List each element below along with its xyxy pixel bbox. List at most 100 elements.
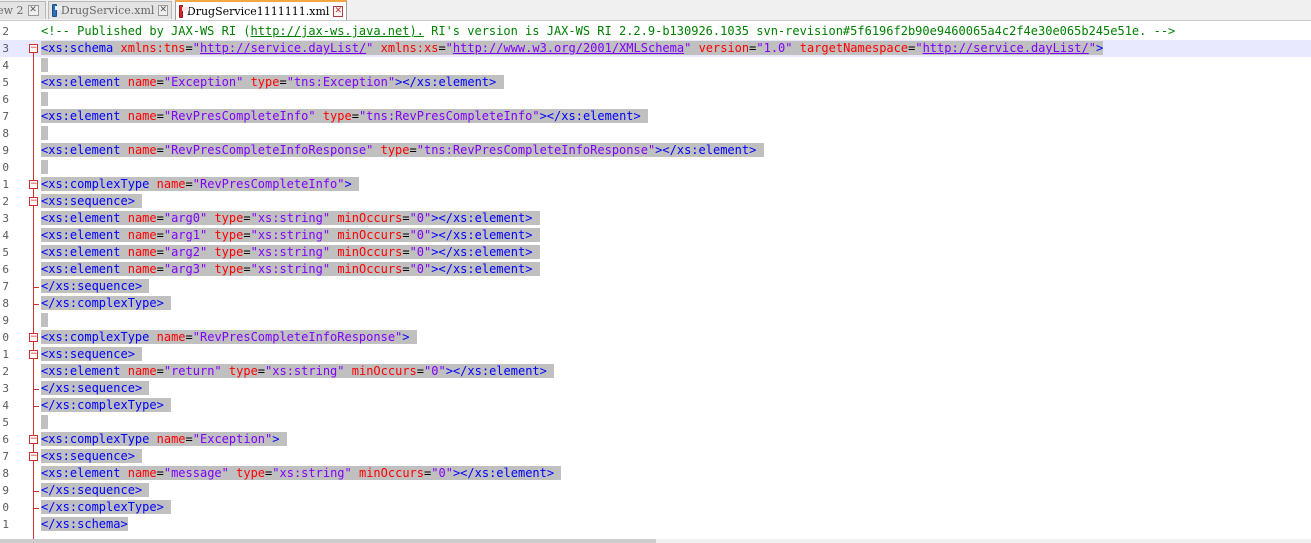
line-text: <xs:element name="arg3" type="xs:string"… — [41, 261, 540, 278]
code-line[interactable]: 7 </xs:sequence> — [0, 278, 1311, 295]
code-line[interactable]: 6 — [0, 91, 1311, 108]
code-line[interactable]: 7 <xs:element name="RevPresCompleteInfo" … — [0, 108, 1311, 125]
code-line[interactable]: 3 <xs:element name="arg0" type="xs:string… — [0, 210, 1311, 227]
token-eq: = — [279, 75, 287, 89]
line-text: <xs:element name="Exception" type="tns:E… — [41, 74, 504, 91]
token-comment: <!-- Published by JAX-WS RI ( — [41, 24, 251, 38]
code-line[interactable]: 0 — [0, 159, 1311, 176]
line-text: <xs:sequence> — [41, 193, 143, 210]
token-attr: name — [156, 330, 186, 344]
code-line[interactable]: 5 <xs:element name="Exception" type="tns:… — [0, 74, 1311, 91]
token-bracket: ></ — [395, 75, 417, 89]
fold-end-marker — [33, 508, 39, 509]
token-eq: = — [156, 75, 164, 89]
code-line[interactable]: 0 </xs:complexType> — [0, 499, 1311, 516]
line-text: <xs:sequence> — [41, 346, 143, 363]
horizontal-scrollbar-thumb[interactable] — [0, 539, 656, 543]
code-line[interactable]: 2 <!-- Published by JAX-WS RI (http://jax… — [0, 23, 1311, 40]
line-text: </xs:sequence> — [41, 482, 150, 499]
token-val: "0" — [424, 364, 446, 378]
line-text — [41, 312, 49, 329]
code-line[interactable]: 1 </xs:schema> — [0, 516, 1311, 533]
token-tag: xs:sequence — [55, 483, 135, 497]
code-editor[interactable]: 2 <!-- Published by JAX-WS RI (http://jax… — [0, 21, 1311, 539]
token-attr: name — [127, 228, 157, 242]
tab-label: DrugService.xml — [60, 4, 155, 17]
line-text: </xs:complexType> — [41, 499, 172, 516]
token-bracket: ></ — [431, 245, 453, 259]
saved-file-icon — [52, 4, 62, 17]
token-attr: name — [127, 211, 157, 225]
code-line[interactable]: 9 <xs:element name="RevPresCompleteInfoRe… — [0, 142, 1311, 159]
tab-2[interactable]: DrugService.xml ✕ — [48, 1, 172, 19]
fold-toggle-icon[interactable]: − — [29, 333, 38, 342]
close-tab-icon[interactable]: ✕ — [27, 5, 39, 16]
token-eq: = — [243, 245, 251, 259]
token-attr: name — [156, 177, 186, 191]
code-line[interactable]: 5 <xs:element name="arg2" type="xs:string… — [0, 244, 1311, 261]
token-attr: name — [127, 466, 157, 480]
token-eq: = — [156, 228, 164, 242]
code-line[interactable]: 9 </xs:sequence> — [0, 482, 1311, 499]
tab-1[interactable]: new 2✕ — [0, 1, 46, 19]
token-tag: xs:schema — [55, 517, 121, 531]
horizontal-scrollbar[interactable] — [0, 539, 1311, 543]
code-line[interactable]: 9 — [0, 312, 1311, 329]
token-tag: xs:element — [452, 228, 526, 242]
code-line[interactable]: 4 — [0, 57, 1311, 74]
token-attr: name — [127, 75, 157, 89]
code-line[interactable]: 8 </xs:complexType> — [0, 295, 1311, 312]
line-text — [41, 414, 49, 431]
code-line[interactable]: 5 — [0, 414, 1311, 431]
token-attr: minOccurs — [337, 228, 403, 242]
fold-toggle-icon[interactable]: − — [29, 350, 38, 359]
token-bracket: > — [127, 194, 135, 208]
token-attr: type — [236, 466, 266, 480]
code-line[interactable]: 7 <xs:sequence> — [0, 448, 1311, 465]
token-comment: RI's version is JAX-WS RI 2.2.9-b130926.… — [423, 24, 1176, 38]
code-line[interactable]: 4 </xs:complexType> — [0, 397, 1311, 414]
code-line[interactable]: 1 <xs:sequence> — [0, 346, 1311, 363]
fold-toggle-icon[interactable]: − — [29, 452, 38, 461]
code-line[interactable]: 2 <xs:sequence> — [0, 193, 1311, 210]
close-tab-icon[interactable]: ✕ — [158, 5, 168, 16]
token-bracket: > — [156, 398, 164, 412]
code-line[interactable]: 8 — [0, 125, 1311, 142]
code-line[interactable]: 1 <xs:complexType name="RevPresCompleteIn… — [0, 176, 1311, 193]
line-text: </xs:sequence> — [41, 380, 150, 397]
line-number: 2 — [2, 25, 9, 38]
token-val: "0" — [409, 262, 432, 276]
code-line[interactable]: 0 <xs:complexType name="RevPresCompleteIn… — [0, 329, 1311, 346]
line-number: 0 — [2, 331, 9, 344]
line-number: 8 — [2, 297, 9, 310]
token-link: http://service.dayList/ — [200, 41, 367, 55]
token-tag: xs:complexType — [48, 330, 150, 344]
line-number: 6 — [2, 93, 9, 106]
fold-toggle-icon[interactable]: − — [29, 435, 38, 444]
fold-toggle-icon[interactable]: − — [29, 180, 38, 189]
token-tag: xs:sequence — [55, 279, 135, 293]
code-line[interactable]: 3 <xs:schema xmlns:tns="http://service.da… — [0, 40, 1311, 57]
token-val: "xs:string" — [250, 245, 331, 259]
code-line[interactable]: 4 <xs:element name="arg1" type="xs:string… — [0, 227, 1311, 244]
token-bracket: > — [120, 517, 128, 531]
code-line[interactable]: 8 <xs:element name="message" type="xs:str… — [0, 465, 1311, 482]
line-text: <xs:schema xmlns:tns="http://service.day… — [41, 40, 1104, 57]
fold-end-marker — [33, 287, 39, 288]
token-val: "message" — [163, 466, 229, 480]
line-number: 7 — [2, 110, 9, 123]
code-line[interactable]: 2 <xs:element name="return" type="xs:stri… — [0, 363, 1311, 380]
fold-toggle-icon[interactable]: − — [29, 197, 38, 206]
code-line[interactable]: 3 </xs:sequence> — [0, 380, 1311, 397]
code-line[interactable]: 6 <xs:complexType name="Exception"> — [0, 431, 1311, 448]
close-tab-icon[interactable]: ✕ — [333, 5, 343, 17]
fold-toggle-icon[interactable]: − — [29, 44, 38, 53]
code-line[interactable]: 6 <xs:element name="arg3" type="xs:string… — [0, 261, 1311, 278]
line-text: </xs:complexType> — [41, 397, 172, 414]
tab-3[interactable]: DrugService1111111.xml ✕ — [175, 0, 347, 20]
token-attr: type — [250, 75, 280, 89]
